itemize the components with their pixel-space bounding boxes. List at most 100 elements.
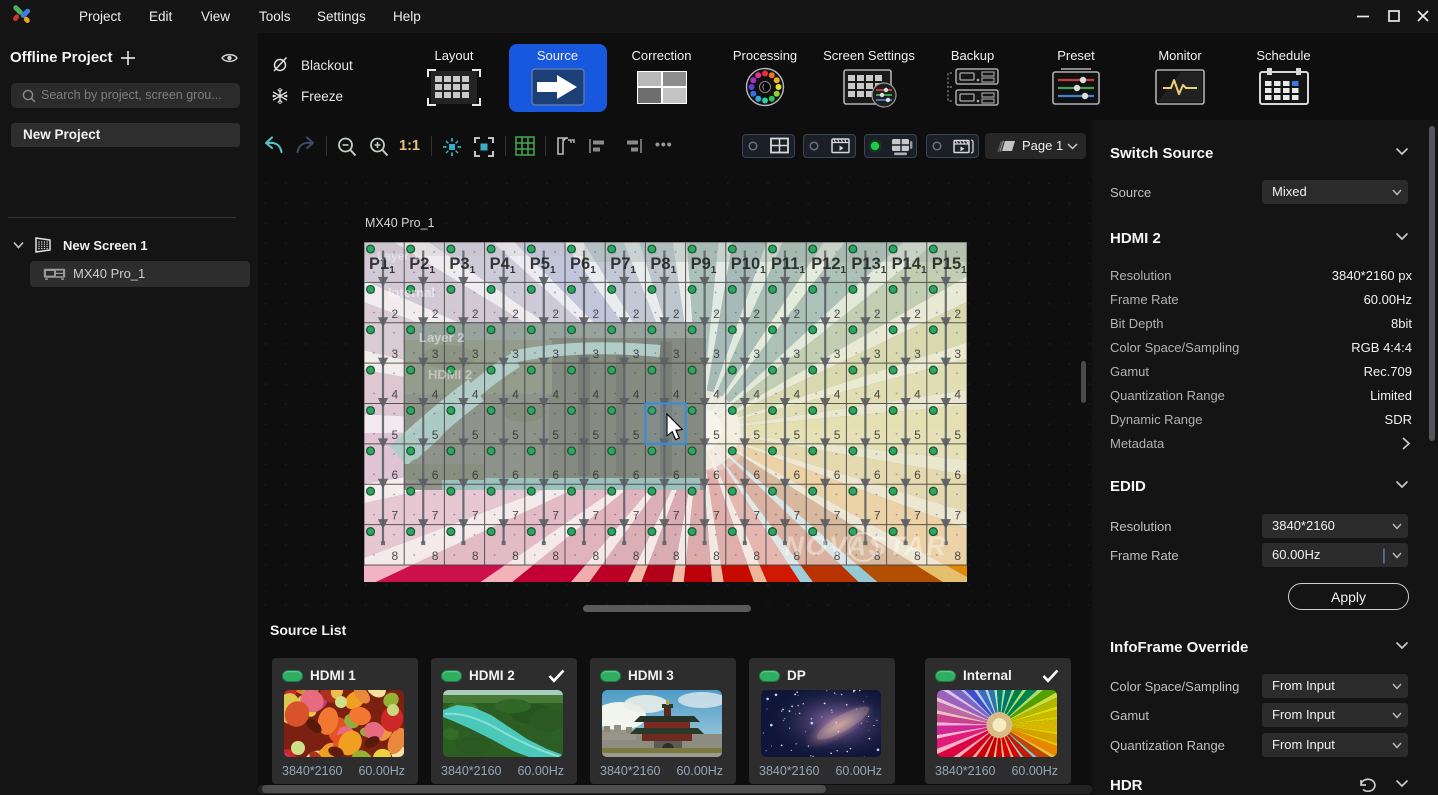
svg-text:8: 8	[673, 549, 680, 563]
svg-text:3: 3	[794, 347, 801, 361]
svg-text:8: 8	[633, 549, 640, 563]
svg-text:7: 7	[753, 509, 760, 523]
svg-text:4: 4	[914, 388, 921, 402]
svg-text:3: 3	[673, 347, 680, 361]
svg-text:3: 3	[713, 347, 720, 361]
svg-text:Layer 1: Layer 1	[377, 249, 419, 263]
svg-text:7: 7	[552, 509, 559, 523]
svg-text:NOVASTAR: NOVASTAR	[784, 531, 948, 561]
svg-text:5: 5	[472, 428, 479, 442]
svg-text:3: 3	[753, 347, 760, 361]
svg-text:2: 2	[593, 307, 600, 321]
svg-text:2: 2	[432, 307, 439, 321]
svg-text:6: 6	[673, 468, 680, 482]
svg-text:7: 7	[874, 509, 881, 523]
svg-text:3: 3	[954, 347, 961, 361]
svg-text:4: 4	[593, 388, 600, 402]
svg-text:7: 7	[593, 509, 600, 523]
svg-text:3: 3	[392, 347, 399, 361]
svg-text:4: 4	[753, 388, 760, 402]
svg-text:4: 4	[512, 388, 519, 402]
svg-text:5: 5	[392, 428, 399, 442]
svg-text:2: 2	[794, 307, 801, 321]
svg-text:7: 7	[834, 509, 841, 523]
svg-text:3: 3	[874, 347, 881, 361]
svg-text:3: 3	[432, 347, 439, 361]
svg-text:5: 5	[432, 428, 439, 442]
svg-text:4: 4	[432, 388, 439, 402]
svg-text:HDMI 2: HDMI 2	[428, 367, 472, 382]
svg-text:3: 3	[914, 347, 921, 361]
svg-text:2: 2	[552, 307, 559, 321]
svg-text:8: 8	[753, 549, 760, 563]
svg-text:7: 7	[954, 509, 961, 523]
svg-text:6: 6	[834, 468, 841, 482]
svg-text:6: 6	[914, 468, 921, 482]
svg-text:6: 6	[432, 468, 439, 482]
svg-text:2: 2	[834, 307, 841, 321]
svg-text:8: 8	[512, 549, 519, 563]
svg-text:5: 5	[512, 428, 519, 442]
svg-text:5: 5	[753, 428, 760, 442]
svg-text:3: 3	[472, 347, 479, 361]
svg-text:2: 2	[472, 307, 479, 321]
svg-text:3: 3	[834, 347, 841, 361]
svg-text:4: 4	[472, 388, 479, 402]
svg-text:5: 5	[794, 428, 801, 442]
svg-text:3: 3	[512, 347, 519, 361]
svg-text:5: 5	[874, 428, 881, 442]
svg-text:5: 5	[914, 428, 921, 442]
svg-text:2: 2	[713, 307, 720, 321]
svg-text:7: 7	[633, 509, 640, 523]
svg-text:4: 4	[794, 388, 801, 402]
svg-text:5: 5	[954, 428, 961, 442]
svg-text:8: 8	[472, 549, 479, 563]
svg-text:8: 8	[593, 549, 600, 563]
svg-text:5: 5	[633, 428, 640, 442]
svg-text:8: 8	[954, 549, 961, 563]
svg-text:4: 4	[954, 388, 961, 402]
svg-text:6: 6	[753, 468, 760, 482]
svg-text:2: 2	[914, 307, 921, 321]
svg-text:4: 4	[633, 388, 640, 402]
svg-text:7: 7	[472, 509, 479, 523]
svg-text:Internal: Internal	[388, 285, 435, 300]
svg-text:8: 8	[713, 549, 720, 563]
svg-text:2: 2	[392, 307, 399, 321]
svg-text:6: 6	[794, 468, 801, 482]
svg-text:6: 6	[593, 468, 600, 482]
svg-text:8: 8	[552, 549, 559, 563]
svg-text:5: 5	[713, 428, 720, 442]
svg-text:6: 6	[552, 468, 559, 482]
svg-text:4: 4	[713, 388, 720, 402]
svg-text:3: 3	[633, 347, 640, 361]
svg-text:6: 6	[633, 468, 640, 482]
svg-text:4: 4	[874, 388, 881, 402]
svg-text:2: 2	[633, 307, 640, 321]
svg-text:6: 6	[874, 468, 881, 482]
svg-text:Layer 2: Layer 2	[419, 330, 465, 345]
svg-text:2: 2	[874, 307, 881, 321]
svg-text:5: 5	[593, 428, 600, 442]
svg-text:7: 7	[914, 509, 921, 523]
svg-text:5: 5	[834, 428, 841, 442]
svg-text:6: 6	[954, 468, 961, 482]
svg-text:2: 2	[753, 307, 760, 321]
svg-text:7: 7	[794, 509, 801, 523]
svg-text:4: 4	[392, 388, 399, 402]
svg-text:2: 2	[512, 307, 519, 321]
svg-text:7: 7	[673, 509, 680, 523]
svg-text:3: 3	[593, 347, 600, 361]
svg-text:7: 7	[392, 509, 399, 523]
svg-text:7: 7	[512, 509, 519, 523]
svg-text:7: 7	[713, 509, 720, 523]
svg-text:5: 5	[552, 428, 559, 442]
svg-text:6: 6	[392, 468, 399, 482]
svg-text:4: 4	[552, 388, 559, 402]
svg-text:3: 3	[552, 347, 559, 361]
svg-text:8: 8	[432, 549, 439, 563]
svg-text:7: 7	[432, 509, 439, 523]
svg-text:4: 4	[834, 388, 841, 402]
svg-text:4: 4	[673, 388, 680, 402]
svg-text:8: 8	[392, 549, 399, 563]
